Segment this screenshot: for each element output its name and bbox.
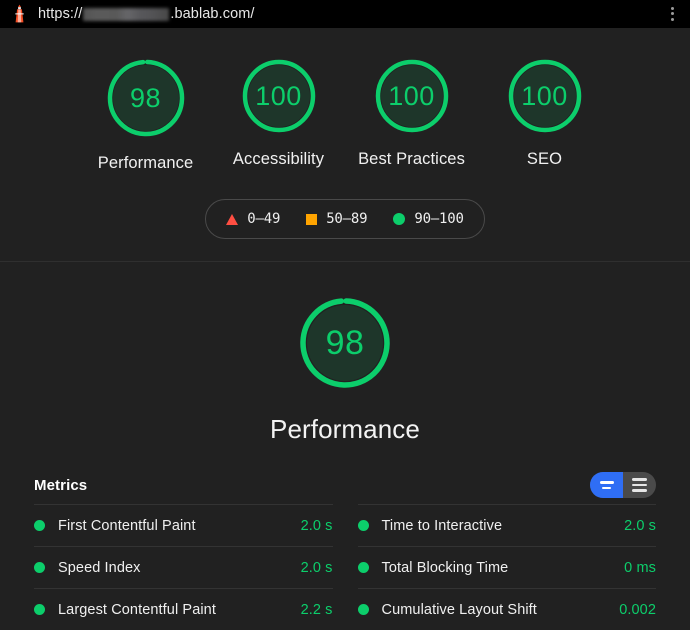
- two-line-view-icon-bar: [602, 486, 611, 489]
- metric-status-pass-icon: [34, 520, 45, 531]
- category-gauge-score: 98: [325, 323, 365, 362]
- gauge-ring-accessibility: 100: [237, 54, 321, 138]
- toggle-summary-view[interactable]: [590, 472, 623, 498]
- gauge-score-seo: 100: [521, 80, 568, 111]
- triangle-fail-icon: [226, 213, 239, 225]
- three-line-view-icon-bar: [632, 483, 647, 487]
- legend-item-average: 50–89: [306, 211, 368, 227]
- score-legend: 0–49 50–89 90–100: [205, 199, 485, 239]
- square-average-icon: [306, 213, 318, 225]
- gauge-label-seo: SEO: [526, 150, 563, 168]
- metric-value: 2.0 s: [300, 559, 333, 576]
- metric-row[interactable]: Largest Contentful Paint 2.2 s: [34, 588, 333, 630]
- gauge-score-accessibility: 100: [255, 80, 302, 111]
- metric-status-pass-icon: [357, 562, 369, 573]
- score-legend-row: 0–49 50–89 90–100: [0, 199, 690, 239]
- metric-status-pass-icon: [357, 604, 369, 615]
- score-summary-section: 98 Performance 100 Accessibility 100 Bes…: [0, 28, 690, 262]
- toggle-expanded-view[interactable]: [623, 472, 656, 498]
- url-prefix: https://: [38, 5, 83, 22]
- metric-value: 2.0 s: [624, 517, 656, 534]
- gauge-label-best-practices: Best Practices: [358, 150, 465, 168]
- gauge-ring-best-practices: 100: [370, 54, 454, 138]
- metric-row[interactable]: Total Blocking Time 0 ms: [357, 546, 656, 588]
- metrics-heading: Metrics: [34, 476, 88, 494]
- legend-range-pass: 90–100: [414, 211, 464, 227]
- gauge-score-performance: 98: [129, 82, 162, 113]
- legend-item-fail: 0–49: [226, 211, 280, 227]
- three-line-view-icon-bar: [632, 478, 647, 481]
- metric-row[interactable]: First Contentful Paint 2.0 s: [34, 504, 333, 546]
- gauge-best-practices[interactable]: 100 Best Practices: [345, 54, 478, 173]
- gauge-score-best-practices: 100: [388, 80, 435, 111]
- score-gauge-list: 98 Performance 100 Accessibility 100 Bes…: [0, 54, 690, 173]
- gauge-ring-seo: 100: [503, 54, 587, 138]
- metric-row[interactable]: Time to Interactive 2.0 s: [357, 504, 656, 546]
- metric-name: Time to Interactive: [381, 517, 503, 534]
- metric-name: Speed Index: [58, 559, 141, 576]
- metric-status-pass-icon: [34, 604, 45, 615]
- gauge-label-performance: Performance: [97, 154, 194, 172]
- three-line-view-icon-bar: [632, 489, 647, 492]
- performance-category-section: 98 Performance Metrics First Contentful …: [0, 262, 690, 630]
- legend-range-fail: 0–49: [247, 211, 281, 227]
- gauge-performance[interactable]: 98 Performance: [79, 54, 212, 173]
- circle-pass-icon: [393, 213, 406, 225]
- gauge-seo[interactable]: 100 SEO: [478, 54, 611, 173]
- gauge-ring-performance: 98: [102, 54, 190, 142]
- url-text[interactable]: https:// .bablab.com/: [38, 6, 255, 22]
- category-title: Performance: [270, 414, 420, 444]
- two-line-view-icon-bar: [599, 481, 614, 484]
- metrics-view-toggle[interactable]: [590, 472, 656, 498]
- metric-name: First Contentful Paint: [58, 517, 196, 534]
- url-bar: https:// .bablab.com/: [0, 0, 690, 28]
- legend-item-pass: 90–100: [393, 211, 464, 227]
- url-suffix: .bablab.com/: [170, 5, 255, 22]
- metric-name: Total Blocking Time: [381, 559, 509, 576]
- lighthouse-icon: [12, 4, 27, 23]
- metric-row[interactable]: Speed Index 2.0 s: [34, 546, 333, 588]
- metric-status-pass-icon: [34, 562, 45, 573]
- metric-value: 2.0 s: [300, 517, 333, 534]
- metric-status-pass-icon: [357, 520, 369, 531]
- metric-value: 0 ms: [624, 559, 656, 576]
- category-gauge-wrap: 98 Performance: [0, 292, 690, 445]
- metric-row[interactable]: Cumulative Layout Shift 0.002: [357, 588, 656, 630]
- gauge-accessibility[interactable]: 100 Accessibility: [212, 54, 345, 173]
- metrics-header: Metrics: [34, 472, 656, 498]
- gauge-label-accessibility: Accessibility: [232, 150, 325, 168]
- category-gauge-performance[interactable]: 98: [294, 292, 396, 394]
- url-redacted-block: [83, 8, 170, 21]
- kebab-menu-icon[interactable]: [664, 6, 680, 21]
- legend-range-average: 50–89: [326, 211, 368, 227]
- metrics-grid: First Contentful Paint 2.0 s Time to Int…: [34, 498, 656, 630]
